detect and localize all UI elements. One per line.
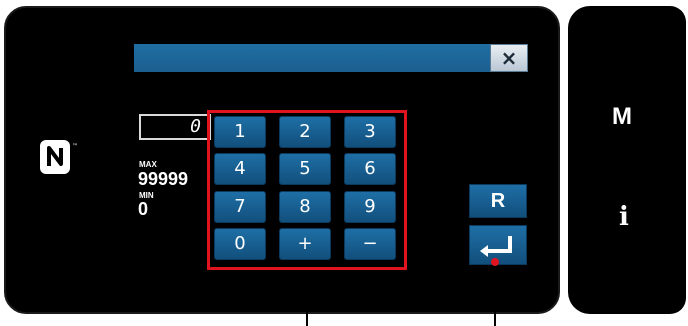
close-icon: × (500, 46, 518, 70)
keypad-key[interactable]: 2 (279, 116, 331, 148)
keypad-key[interactable]: 0 (214, 228, 266, 260)
side-panel (568, 6, 686, 314)
keypad-key[interactable]: 8 (279, 191, 331, 223)
max-value: 99999 (138, 169, 189, 189)
keypad-key[interactable]: 5 (279, 153, 331, 185)
keypad-key[interactable]: 7 (214, 191, 266, 223)
keypad-key[interactable]: 4 (214, 153, 266, 185)
nfc-icon: ™ (40, 140, 78, 174)
enter-icon (480, 236, 512, 257)
keypad-key[interactable]: 6 (344, 153, 396, 185)
svg-text:™: ™ (72, 143, 78, 150)
reset-button[interactable]: R (469, 184, 527, 218)
enter-callout-line (494, 262, 496, 326)
info-button[interactable]: i (619, 202, 629, 232)
keypad-key[interactable]: 3 (344, 116, 396, 148)
keypad-key[interactable]: − (344, 228, 396, 260)
close-button[interactable]: × (490, 44, 528, 72)
keypad-callout-line (306, 270, 308, 326)
enter-callout-dot (491, 258, 499, 266)
dialog-title-bar (134, 44, 528, 72)
keypad-key[interactable]: 9 (344, 191, 396, 223)
keypad-key[interactable]: + (279, 228, 331, 260)
value-display: 0 (139, 114, 211, 140)
keypad-key[interactable]: 1 (214, 116, 266, 148)
min-value: 0 (138, 199, 149, 219)
max-label: MAX (139, 160, 157, 169)
mode-button[interactable]: M (612, 103, 632, 131)
